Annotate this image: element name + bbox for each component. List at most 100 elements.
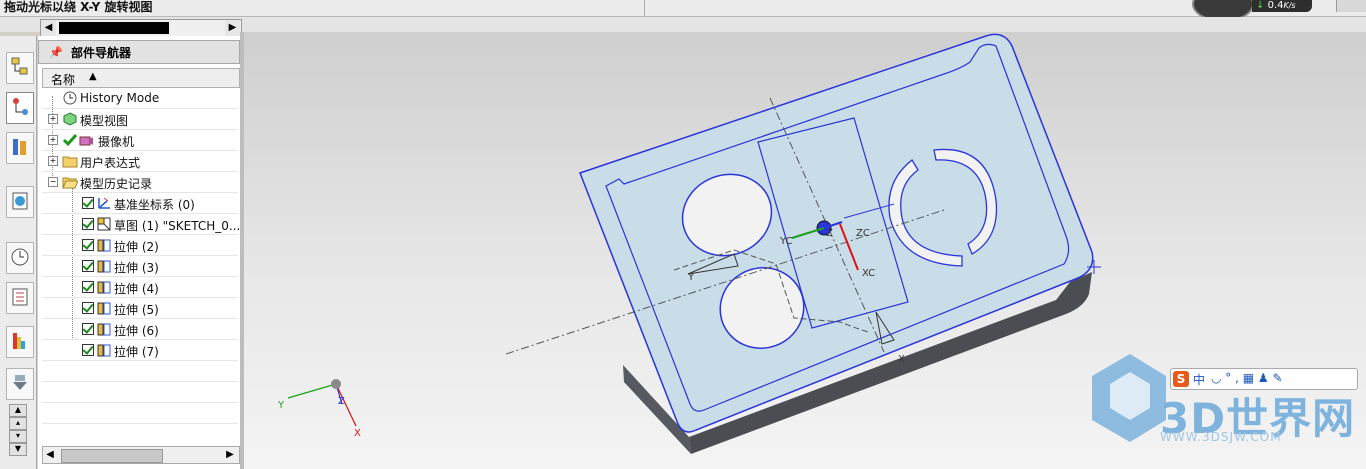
tree-item-label: 草图 (1) "SKETCH_0... (114, 219, 241, 233)
camera-icon (79, 136, 93, 146)
expand-icon[interactable]: + (48, 156, 58, 166)
status-hint: 拖动光标以绕 X-Y 旋转视图 (4, 0, 153, 14)
tree-item-label: 拉伸 (4) (114, 282, 159, 296)
net-speed-rate: 0.4 (1267, 0, 1284, 11)
extrude-icon (97, 323, 111, 336)
visibility-checkbox[interactable] (82, 197, 94, 209)
tree-item-label: 模型历史记录 (80, 177, 153, 191)
scroll-thumb[interactable] (61, 449, 163, 463)
scroll-down-small-button[interactable]: ▾ (9, 430, 27, 443)
tree-item-model-history[interactable]: − 模型历史记录 (42, 172, 238, 193)
clock-icon (11, 248, 29, 266)
watermark-url: WWW.3DSJW.COM (1160, 430, 1282, 444)
sketch-icon (97, 217, 111, 231)
visibility-checkbox[interactable] (82, 323, 94, 335)
tree-item-model-views[interactable]: + 模型视图 (42, 109, 238, 130)
tree-item-label: 拉伸 (3) (114, 261, 159, 275)
scroll-left-icon[interactable]: ◀ (43, 447, 57, 463)
pin-icon[interactable]: 📌 (49, 46, 63, 59)
history-button[interactable] (6, 242, 34, 274)
sort-ascending-icon: ▲ (89, 71, 97, 82)
net-speed: ↓ 0.4K/s (1252, 0, 1312, 12)
collapse-icon[interactable]: − (48, 177, 58, 187)
scroll-up-button[interactable]: ▲ (9, 404, 27, 417)
tree-item-label: 拉伸 (2) (114, 240, 159, 254)
scroll-thumb[interactable] (59, 22, 169, 34)
system-materials-button[interactable] (6, 282, 34, 314)
column-header-name[interactable]: 名称 ▲ (42, 68, 240, 88)
triad-label-y: Y (277, 400, 285, 411)
roles-button[interactable] (6, 368, 34, 400)
ime-tools-icon[interactable]: ◡ ° , ▦ ♟ ✎ (1211, 371, 1283, 385)
visibility-checkbox[interactable] (82, 302, 94, 314)
expand-icon[interactable]: + (48, 135, 58, 145)
expand-icon[interactable]: + (48, 114, 58, 124)
column-header-label: 名称 (51, 73, 76, 87)
folder-icon (62, 156, 78, 168)
open-folder-icon (62, 177, 78, 189)
tree-item-label: History Mode (80, 91, 160, 105)
globe-icon (12, 192, 28, 210)
navigator-header: 📌 部件导航器 (38, 40, 240, 64)
tree-item-user-expressions[interactable]: + 用户表达式 (42, 151, 238, 172)
library-icon (13, 139, 26, 155)
visibility-checkbox[interactable] (82, 281, 94, 293)
tree-item-sketch[interactable]: 草图 (1) "SKETCH_0... (42, 214, 241, 235)
extrude-icon (97, 260, 111, 273)
tree-item-extrude-3[interactable]: 拉伸 (3) (42, 256, 238, 277)
axis-label-y: Y (687, 272, 695, 283)
tree-item-extrude-5[interactable]: 拉伸 (5) (42, 298, 238, 319)
tree-item-extrude-4[interactable]: 拉伸 (4) (42, 277, 238, 298)
scroll-left-icon[interactable]: ◀ (41, 20, 56, 36)
visibility-checkbox[interactable] (82, 344, 94, 356)
triad-y-axis (287, 383, 337, 399)
web-browser-button[interactable] (6, 186, 34, 218)
triad-label-x: X (354, 428, 361, 439)
scroll-down-button[interactable]: ▼ (9, 443, 27, 456)
scroll-right-icon[interactable]: ▶ (225, 20, 240, 36)
tree-item-extrude-2[interactable]: 拉伸 (2) (42, 235, 238, 256)
tree-item-label: 摄像机 (98, 135, 135, 149)
tree-item-history-mode[interactable]: History Mode (42, 88, 238, 109)
axis-label-zc: ZC (856, 228, 870, 239)
process-studio-button[interactable] (6, 326, 34, 358)
extrude-icon (97, 302, 111, 315)
axis-label-z: Z (826, 228, 833, 239)
extrude-icon (97, 239, 111, 252)
axis-label-xc: XC (862, 268, 875, 279)
visibility-checkbox[interactable] (82, 239, 94, 251)
tree-item-label: 基准坐标系 (0) (114, 198, 195, 212)
scroll-right-icon[interactable]: ▶ (223, 447, 237, 463)
tree-item-cameras[interactable]: + 摄像机 (42, 130, 238, 151)
part-tree-icon (13, 98, 28, 115)
part-top-face (579, 33, 1094, 433)
tree-item-datum-csys[interactable]: 基准坐标系 (0) (42, 193, 238, 214)
triad-label-z: Z (338, 396, 345, 407)
cube-icon (63, 112, 77, 126)
visibility-checkbox[interactable] (82, 218, 94, 230)
net-speed-unit: K/s (1283, 1, 1296, 10)
assembly-navigator-button[interactable] (6, 52, 34, 84)
navigator-tree: History Mode + 模型视图 + 摄像机 + 用户表达式 − 模型历史… (42, 88, 241, 424)
roles-icon (13, 375, 27, 390)
axis-label-x: X (898, 354, 905, 365)
extrude-icon (97, 281, 111, 294)
part-navigator-button[interactable] (6, 92, 34, 124)
tree-item-label: 拉伸 (5) (114, 303, 159, 317)
tree-item-extrude-6[interactable]: 拉伸 (6) (42, 319, 238, 340)
empty-row (42, 361, 238, 382)
tree-item-extrude-7[interactable]: 拉伸 (7) (42, 340, 238, 361)
visibility-checkbox[interactable] (82, 260, 94, 272)
panel-scrollbar[interactable]: ◀ ▶ (40, 19, 242, 37)
tree-icon (11, 57, 28, 75)
tree-item-label: 拉伸 (6) (114, 324, 159, 338)
list-icon (12, 288, 28, 306)
empty-row (42, 382, 238, 403)
navigator-hscrollbar[interactable]: ◀ ▶ (42, 446, 240, 464)
window-button[interactable] (1336, 0, 1366, 12)
reuse-library-button[interactable] (6, 132, 34, 164)
part-navigator: 📌 部件导航器 名称 ▲ History Mode + 模型视图 + 摄像机 +… (38, 36, 240, 469)
extrude-icon (97, 344, 111, 357)
resource-bar: ▲ ▴ ▾ ▼ (0, 36, 37, 469)
scroll-up-small-button[interactable]: ▴ (9, 417, 27, 430)
